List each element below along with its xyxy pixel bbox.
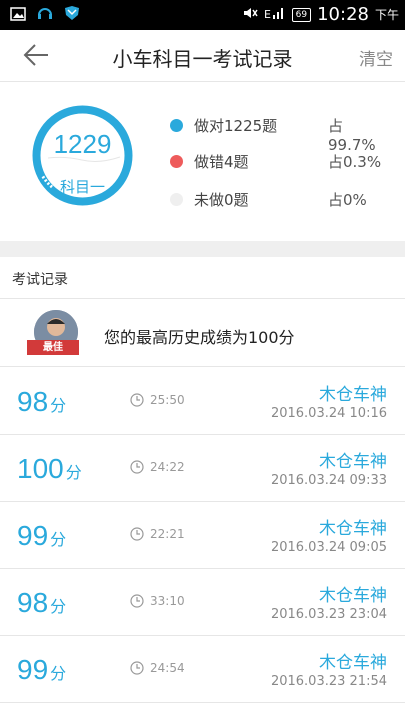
username: 木仓车神 (319, 519, 387, 539)
legend-label: 未做0题 (194, 191, 249, 209)
legend-undone: 未做0题 占0% (170, 188, 390, 212)
record-date: 2016.03.23 21:54 (270, 674, 387, 689)
duration: 24:22 (150, 460, 185, 474)
record-date: 2016.03.23 23:04 (270, 607, 387, 622)
score: 100 分 (17, 453, 82, 484)
clock-icon (130, 393, 144, 407)
section-header: 考试记录 (0, 257, 405, 299)
clock-icon (130, 594, 144, 608)
duration: 24:54 (150, 661, 185, 675)
clock-time: 10:28 (317, 4, 369, 25)
score: 98 分 (17, 386, 67, 417)
page-title: 小车科目一考试记录 (112, 47, 293, 71)
undone-dot (170, 193, 183, 206)
battery-level: 69 (291, 7, 312, 22)
subject-label: 科目一 (59, 178, 105, 196)
clock-icon (130, 460, 144, 474)
svg-text:E: E (264, 8, 271, 20)
clock-icon (130, 661, 144, 675)
best-badge: 最佳 (27, 340, 79, 355)
wrong-dot (170, 155, 183, 168)
clear-button[interactable]: 清空 (359, 45, 393, 70)
clock-ampm: 下午 (374, 8, 399, 22)
best-score-row: 最佳 您的最高历史成绩为100分 (0, 300, 405, 367)
duration: 33:10 (150, 594, 185, 608)
headset-icon (36, 5, 54, 25)
legend-pct: 占99.7% (328, 117, 376, 154)
app-header: 小车科目一考试记录 清空 (0, 30, 405, 82)
section-divider (0, 241, 405, 257)
best-score-text: 您的最高历史成绩为100分 (104, 328, 295, 347)
username: 木仓车神 (319, 385, 387, 405)
legend-label: 做对1225题 (194, 117, 278, 135)
image-icon (10, 6, 26, 25)
list-item[interactable]: 98 分 25:50 木仓车神 2016.03.24 10:16 (0, 368, 405, 435)
record-date: 2016.03.24 09:33 (270, 473, 387, 488)
legend-pct: 占0.3% (328, 153, 382, 171)
duration: 25:50 (150, 393, 185, 407)
username: 木仓车神 (319, 586, 387, 606)
record-date: 2016.03.24 09:05 (270, 540, 387, 555)
legend-pct: 占0% (328, 191, 367, 209)
status-bar: E 69 10:28 下午 (0, 0, 405, 30)
record-date: 2016.03.24 10:16 (270, 406, 387, 421)
summary-panel: 1229 科目一 做对1225题 占99.7% 做错4题 占0.3% 未做0题 … (0, 83, 405, 241)
list-item[interactable]: 99 分 24:54 木仓车神 2016.03.23 21:54 (0, 636, 405, 703)
legend-label: 做错4题 (194, 153, 249, 171)
legend-correct: 做对1225题 占99.7% (170, 114, 390, 154)
score: 98 分 (17, 587, 67, 618)
correct-dot (170, 119, 183, 132)
list-item[interactable]: 98 分 33:10 木仓车神 2016.03.23 23:04 (0, 569, 405, 636)
score: 99 分 (17, 520, 67, 551)
section-title: 考试记录 (12, 272, 68, 288)
list-item[interactable]: 99 分 22:21 木仓车神 2016.03.24 09:05 (0, 502, 405, 569)
username: 木仓车神 (319, 653, 387, 673)
mute-icon (242, 6, 258, 24)
score: 99 分 (17, 654, 67, 685)
record-list: 98 分 25:50 木仓车神 2016.03.24 10:16 100 分 24:… (0, 368, 405, 703)
shield-icon (64, 5, 80, 25)
signal-icon: E (264, 6, 286, 24)
list-item[interactable]: 100 分 24:22 木仓车神 2016.03.24 09:33 (0, 435, 405, 502)
duration: 22:21 (150, 527, 185, 541)
username: 木仓车神 (319, 452, 387, 472)
clock-icon (130, 527, 144, 541)
total-count: 1229 (53, 129, 112, 159)
legend-wrong: 做错4题 占0.3% (170, 150, 390, 174)
